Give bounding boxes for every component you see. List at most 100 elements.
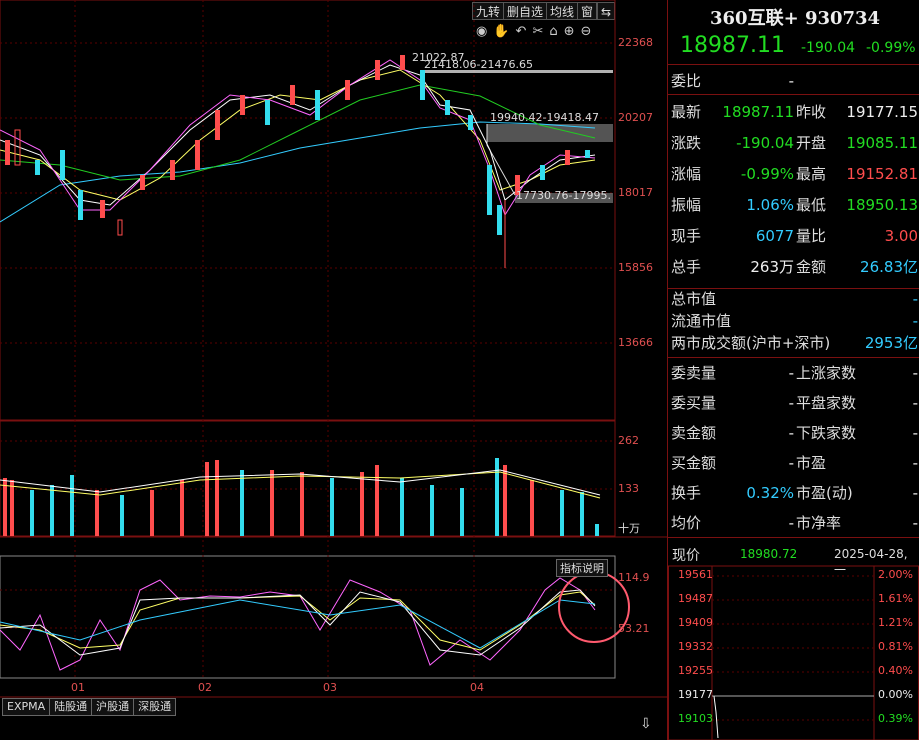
row-label: 金额 [796,258,827,276]
quote-panel: 360互联+ 930734 18987.11 -190.04 -0.99% 委比… [667,0,919,740]
intraday-level-pct: 0.39% [878,712,913,725]
order-label: 市净率 [796,514,842,532]
volume-unit: 十万 [618,522,640,535]
price-tick: 15856 [618,261,653,274]
market-label: 两市成交额(沪市+深市) [671,334,831,352]
intraday-level-pct: 0.40% [878,664,913,677]
intraday-level-price: 19332 [678,640,713,653]
quote-row: 振幅 1.06% 最低 18950.13 [668,190,919,220]
intraday-level-price: 19561 [678,568,713,581]
row-value: 263万 [750,258,794,276]
mid-range-band [487,124,613,142]
order-row: 委买量 - 平盘家数 - [668,388,919,418]
tab-lugutong[interactable]: 陆股通 [49,698,93,716]
tab-hugutong[interactable]: 沪股通 [91,698,135,716]
order-label: 委买量 [671,394,717,412]
low-range-label: 17730.76-17995. [516,189,611,202]
intraday-level-pct: 0.81% [878,640,913,653]
row-label: 量比 [796,227,827,245]
market-value: 2953亿 [864,334,918,352]
intraday-level-price: 19177 [678,688,713,701]
order-label: 平盘家数 [796,394,857,412]
market-row: 流通市值 - [668,310,919,332]
mid-range-label: 19940.42-19418.47 [490,111,599,124]
row-label: 委比 [671,72,702,90]
tab-shengutong[interactable]: 深股通 [133,698,177,716]
kdj-k [0,589,596,656]
row-label: 现手 [671,227,702,245]
order-label: 下跌家数 [796,424,857,442]
intraday-level-price: 19255 [678,664,713,677]
chart-tools: ◉✋↶✂⌂⊕⊖ [476,24,597,39]
kdj-j [0,577,596,671]
quote-change: -190.04 [801,40,856,56]
market-label: 总市值 [671,290,717,308]
order-value: - [912,484,918,502]
order-value: - [912,424,918,442]
order-label: 均价 [671,514,702,532]
order-label: 换手 [671,484,702,502]
row-value: 19152.81 [846,165,918,183]
eye-icon[interactable]: ◉ [476,24,493,39]
order-label: 上涨家数 [796,364,857,382]
download-icon[interactable]: ⇩ [640,716,652,732]
row-value: 1.06% [746,196,794,214]
row-value: -0.99% [740,165,794,183]
price-grid [0,0,615,680]
intraday-level-price: 19409 [678,616,713,629]
indicator-help-button[interactable]: 指标说明 [556,559,608,577]
row-label: 总手 [671,258,702,276]
market-value: - [912,290,918,308]
volume-tick: 262 [618,434,639,447]
quote-row: 涨跌 -190.04 开盘 19085.11 [668,128,919,158]
market-value: - [912,312,918,330]
volume-bars [3,458,599,536]
x-tick: 01 [71,681,85,694]
order-value: - [912,454,918,472]
row-label: 最低 [796,196,827,214]
indicator-top: 114.9 [618,571,650,584]
order-row: 委卖量 - 上涨家数 - [668,358,919,388]
intraday-level-pct: 0.00% [878,688,913,701]
lock-icon[interactable]: ⌂ [549,24,563,39]
market-label: 流通市值 [671,312,732,330]
volume-tick: 133 [618,482,639,495]
row-label: 开盘 [796,134,827,152]
chart-area[interactable]: 九转 删自选 均线 窗 ⇆ ◉✋↶✂⌂⊕⊖ 21022.87 21418.06-… [0,0,667,740]
price-tick: 22368 [618,36,653,49]
scissors-icon[interactable]: ✂ [532,24,549,39]
order-value: - [912,394,918,412]
order-value: - [788,454,794,472]
hand-icon[interactable]: ✋ [493,24,515,39]
row-label: 涨跌 [671,134,702,152]
order-row: 卖金额 - 下跌家数 - [668,418,919,448]
order-label: 市盈(动) [796,484,853,502]
row-value: 19085.11 [846,134,918,152]
indicator-mid: 53.21 [618,622,650,635]
intraday-level-price: 19487 [678,592,713,605]
row-value: -190.04 [736,134,794,152]
candles [5,55,590,268]
x-tick: 02 [198,681,212,694]
price-tick: 18017 [618,186,653,199]
high-range-label: 21418.06-21476.65 [424,58,533,71]
quote-pct: -0.99% [866,40,916,56]
intraday-price: 18980.72 [740,547,798,561]
order-value: - [788,394,794,412]
undo-icon[interactable]: ↶ [516,24,533,39]
intraday-level-pct: 2.00% [878,568,913,581]
zoom-out-icon[interactable]: ⊖ [581,24,598,39]
order-label: 委卖量 [671,364,717,382]
x-tick: 03 [323,681,337,694]
market-row: 两市成交额(沪市+深市) 2953亿 [668,332,919,354]
row-label: 最新 [671,103,702,121]
indicator-tabs: EXPMA 陆股通 沪股通 深股通 [2,698,177,716]
market-row: 总市值 - [668,288,919,310]
order-value: 0.32% [746,484,794,502]
row-value: 26.83亿 [860,258,918,276]
tab-expma[interactable]: EXPMA [2,698,51,716]
zoom-in-icon[interactable]: ⊕ [564,24,581,39]
row-label: 涨幅 [671,165,702,183]
row-value: 19177.15 [846,103,918,121]
order-label: 卖金额 [671,424,717,442]
